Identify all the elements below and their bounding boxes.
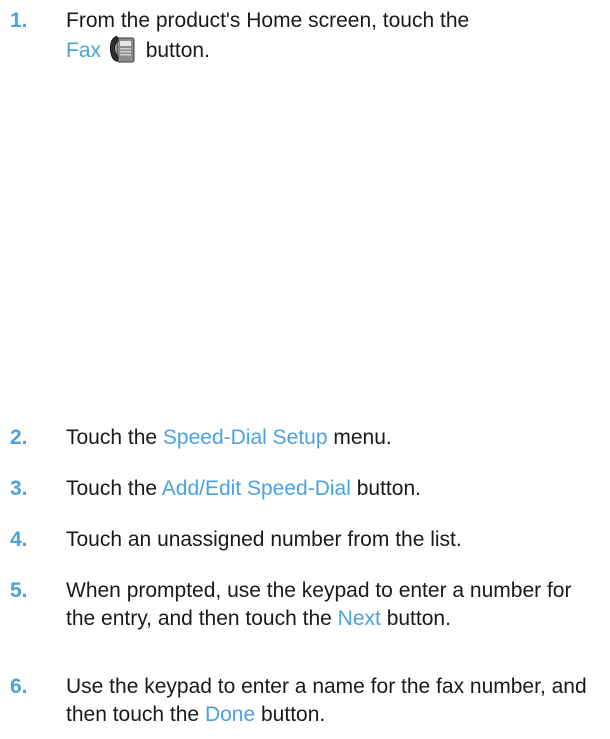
step-text-part: menu. [333,426,392,449]
step-number: 5. [10,579,28,602]
step-text-part: Use the keypad to enter a name for the f… [66,675,587,726]
step-text: When prompted, use the keypad to enter a… [66,577,596,633]
step-text-part: button. [261,703,326,726]
step-text-part: button. [386,607,451,630]
step-text-part: Touch an unassigned number from the list… [66,528,462,551]
step-text: Use the keypad to enter a name for the f… [66,673,596,729]
step-text: From the product's Home screen, touch th… [66,7,596,65]
speed-dial-setup-label: Speed-Dial Setup [162,426,328,449]
step-text: Touch the Add/Edit Speed-Dial button. [66,475,596,503]
step-text: Touch the Speed-Dial Setup menu. [66,424,596,452]
step-text-part: Touch the [66,426,158,449]
step-number: 6. [10,675,28,698]
done-button-label: Done [204,703,256,726]
step-text-part: From the product's Home screen, touch th… [66,9,470,32]
step-number: 3. [10,477,28,500]
step-text-part: Touch the [66,477,158,500]
step-number: 2. [10,426,28,449]
step-text: Touch an unassigned number from the list… [66,526,596,554]
step-number: 1. [10,9,28,32]
next-button-label: Next [337,607,381,630]
step-number: 4. [10,528,28,551]
instruction-page: 1. From the product's Home screen, touch… [0,0,610,739]
add-edit-speed-dial-label: Add/Edit Speed-Dial [161,477,351,500]
step-text-part: When prompted, use the keypad to enter a… [66,579,572,630]
fax-icon [109,35,136,64]
step-text-part: button. [145,39,210,62]
step-text-part: button. [356,477,421,500]
fax-button-label: Fax [66,39,102,62]
